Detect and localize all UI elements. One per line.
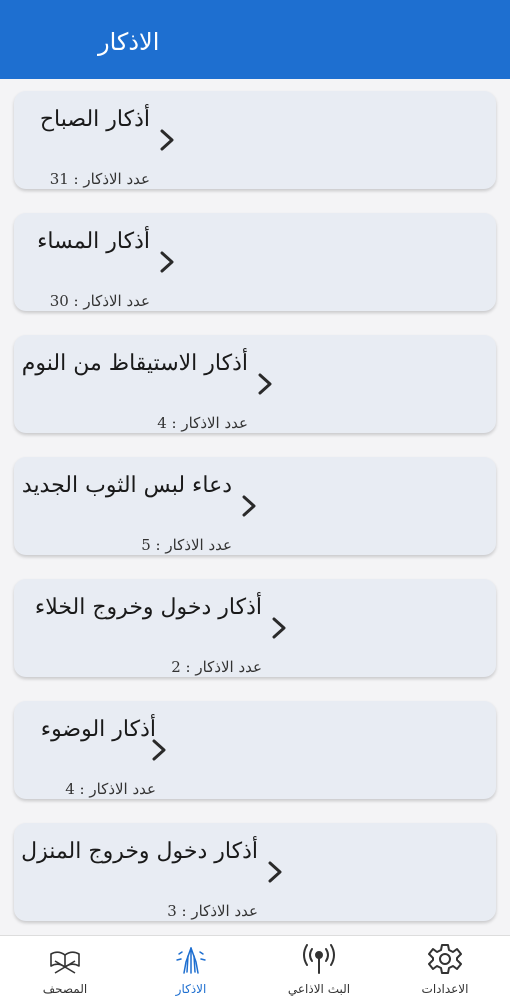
card-title: أذكار المساء — [37, 229, 150, 254]
azkar-card-new-clothes[interactable]: دعاء لبس الثوب الجديد عدد الاذكار : 5 — [14, 457, 496, 555]
praying-hands-icon — [173, 942, 209, 982]
card-title: أذكار دخول وخروج الخلاء — [34, 595, 262, 620]
broadcast-icon — [300, 942, 338, 980]
nav-label: المصحف — [42, 982, 88, 996]
chevron-right-icon — [266, 860, 284, 884]
nav-label: الاعدادات — [421, 982, 469, 996]
chevron-right-icon — [256, 372, 274, 396]
page-title: الاذكار — [98, 28, 160, 56]
nav-settings[interactable]: الاعدادات — [390, 936, 500, 1001]
nav-mushaf[interactable]: المصحف — [10, 936, 120, 1001]
card-count: عدد الاذكار : 4 — [65, 780, 156, 798]
nav-label: البث الاذاعي — [287, 982, 351, 996]
azkar-card-ablution[interactable]: أذكار الوضوء عدد الاذكار : 4 — [14, 701, 496, 799]
card-count: عدد الاذكار : 3 — [167, 902, 258, 920]
chevron-right-icon — [270, 616, 288, 640]
app-bar: الاذكار — [0, 0, 510, 79]
card-title: أذكار دخول وخروج المنزل — [21, 839, 258, 864]
azkar-card-restroom[interactable]: أذكار دخول وخروج الخلاء عدد الاذكار : 2 — [14, 579, 496, 677]
card-title: أذكار الاستيقاظ من النوم — [21, 351, 248, 376]
quran-book-icon — [47, 942, 83, 980]
chevron-right-icon — [158, 128, 176, 152]
azkar-card-morning[interactable]: أذكار الصباح عدد الاذكار : 31 — [14, 91, 496, 189]
nav-azkar[interactable]: الاذكار — [136, 936, 246, 1001]
chevron-right-icon — [150, 738, 168, 762]
bottom-navigation: المصحف الاذكار البث الاذاعي الاعدادات — [0, 935, 510, 1001]
card-count: عدد الاذكار : 2 — [171, 658, 262, 676]
azkar-card-waking[interactable]: أذكار الاستيقاظ من النوم عدد الاذكار : 4 — [14, 335, 496, 433]
chevron-right-icon — [158, 250, 176, 274]
card-count: عدد الاذكار : 5 — [141, 536, 232, 554]
nav-label: الاذكار — [175, 982, 207, 996]
card-title: دعاء لبس الثوب الجديد — [21, 473, 232, 498]
nav-radio[interactable]: البث الاذاعي — [264, 936, 374, 1001]
card-title: أذكار الصباح — [39, 107, 150, 132]
card-title: أذكار الوضوء — [40, 717, 156, 742]
gear-icon — [428, 942, 462, 980]
azkar-list[interactable]: أذكار الصباح عدد الاذكار : 31 أذكار المس… — [0, 79, 510, 935]
chevron-right-icon — [240, 494, 258, 518]
azkar-card-home[interactable]: أذكار دخول وخروج المنزل عدد الاذكار : 3 — [14, 823, 496, 921]
card-count: عدد الاذكار : 4 — [157, 414, 248, 432]
azkar-card-evening[interactable]: أذكار المساء عدد الاذكار : 30 — [14, 213, 496, 311]
card-count: عدد الاذكار : 30 — [49, 292, 150, 310]
card-count: عدد الاذكار : 31 — [49, 170, 150, 188]
